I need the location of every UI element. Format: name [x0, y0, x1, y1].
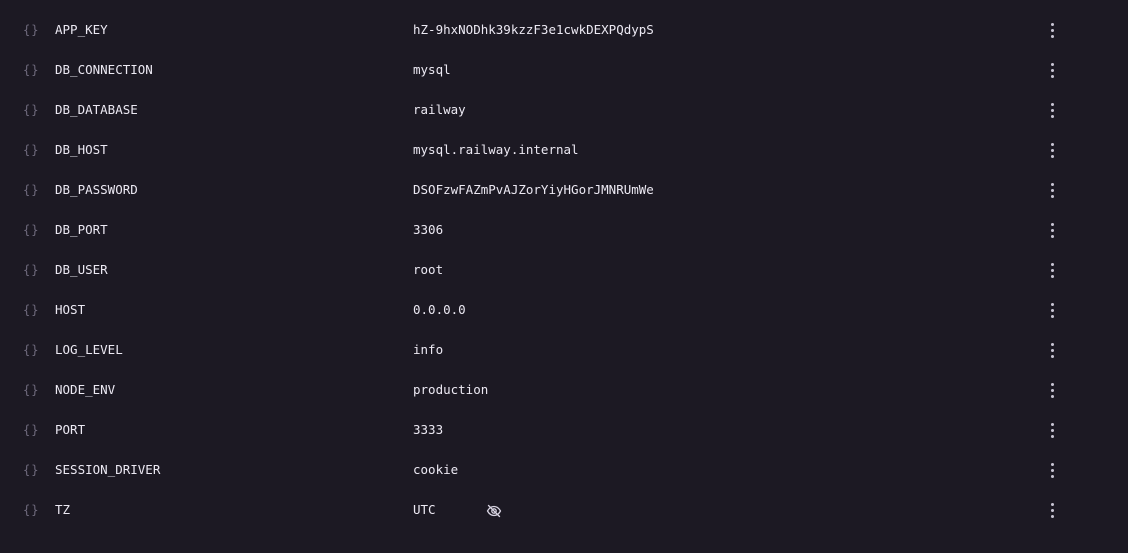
- more-options-icon[interactable]: [1042, 100, 1062, 120]
- variable-value[interactable]: hZ-9hxNODhk39kzzF3e1cwkDEXPQdypS: [413, 10, 654, 50]
- variable-value[interactable]: 3333: [413, 410, 443, 450]
- variable-key[interactable]: SESSION_DRIVER: [55, 450, 160, 490]
- variable-key[interactable]: APP_KEY: [55, 10, 108, 50]
- more-options-icon[interactable]: [1042, 220, 1062, 240]
- variable-key[interactable]: DB_DATABASE: [55, 90, 138, 130]
- more-options-icon[interactable]: [1042, 460, 1062, 480]
- variable-row-db-password: {} DB_PASSWORD DSOFzwFAZmPvAJZorYiyHGorJ…: [0, 170, 1128, 210]
- braces-icon: {}: [23, 143, 40, 157]
- variable-key[interactable]: PORT: [55, 410, 85, 450]
- more-options-icon[interactable]: [1042, 260, 1062, 280]
- variable-value[interactable]: production: [413, 370, 488, 410]
- more-options-icon[interactable]: [1042, 340, 1062, 360]
- variable-row-host: {} HOST 0.0.0.0: [0, 290, 1128, 330]
- braces-icon: {}: [23, 223, 40, 237]
- variable-value[interactable]: mysql: [413, 50, 451, 90]
- variable-value[interactable]: 3306: [413, 210, 443, 250]
- variable-row-node-env: {} NODE_ENV production: [0, 370, 1128, 410]
- braces-icon: {}: [23, 183, 40, 197]
- braces-icon: {}: [23, 63, 40, 77]
- braces-icon: {}: [23, 503, 40, 517]
- braces-icon: {}: [23, 23, 40, 37]
- braces-icon: {}: [23, 383, 40, 397]
- braces-icon: {}: [23, 103, 40, 117]
- variable-row-session-driver: {} SESSION_DRIVER cookie: [0, 450, 1128, 490]
- variables-list: {} APP_KEY hZ-9hxNODhk39kzzF3e1cwkDEXPQd…: [0, 10, 1128, 530]
- variable-row-db-connection: {} DB_CONNECTION mysql: [0, 50, 1128, 90]
- variable-row-app-key: {} APP_KEY hZ-9hxNODhk39kzzF3e1cwkDEXPQd…: [0, 10, 1128, 50]
- variable-key[interactable]: LOG_LEVEL: [55, 330, 123, 370]
- variable-value[interactable]: cookie: [413, 450, 458, 490]
- braces-icon: {}: [23, 263, 40, 277]
- more-options-icon[interactable]: [1042, 20, 1062, 40]
- more-options-icon[interactable]: [1042, 60, 1062, 80]
- more-options-icon[interactable]: [1042, 380, 1062, 400]
- braces-icon: {}: [23, 303, 40, 317]
- variable-key[interactable]: DB_PASSWORD: [55, 170, 138, 210]
- more-options-icon[interactable]: [1042, 300, 1062, 320]
- variable-row-db-user: {} DB_USER root: [0, 250, 1128, 290]
- variable-key[interactable]: TZ: [55, 490, 70, 530]
- braces-icon: {}: [23, 423, 40, 437]
- more-options-icon[interactable]: [1042, 420, 1062, 440]
- variable-value[interactable]: mysql.railway.internal: [413, 130, 579, 170]
- variable-key[interactable]: DB_PORT: [55, 210, 108, 250]
- variable-key[interactable]: NODE_ENV: [55, 370, 115, 410]
- variable-key[interactable]: DB_HOST: [55, 130, 108, 170]
- variable-value[interactable]: DSOFzwFAZmPvAJZorYiyHGorJMNRUmWe: [413, 170, 654, 210]
- variable-value[interactable]: root: [413, 250, 443, 290]
- braces-icon: {}: [23, 343, 40, 357]
- variable-value[interactable]: info: [413, 330, 443, 370]
- braces-icon: {}: [23, 463, 40, 477]
- variable-key[interactable]: DB_USER: [55, 250, 108, 290]
- variable-row-tz: {} TZ UTC: [0, 490, 1128, 530]
- eye-off-icon[interactable]: [486, 503, 502, 519]
- variable-value[interactable]: 0.0.0.0: [413, 290, 466, 330]
- variable-row-log-level: {} LOG_LEVEL info: [0, 330, 1128, 370]
- variable-row-db-database: {} DB_DATABASE railway: [0, 90, 1128, 130]
- variable-row-port: {} PORT 3333: [0, 410, 1128, 450]
- variable-key[interactable]: DB_CONNECTION: [55, 50, 153, 90]
- variable-row-db-port: {} DB_PORT 3306: [0, 210, 1128, 250]
- variable-value[interactable]: UTC: [413, 490, 436, 530]
- more-options-icon[interactable]: [1042, 500, 1062, 520]
- more-options-icon[interactable]: [1042, 140, 1062, 160]
- variable-key[interactable]: HOST: [55, 290, 85, 330]
- variable-row-db-host: {} DB_HOST mysql.railway.internal: [0, 130, 1128, 170]
- variable-value[interactable]: railway: [413, 90, 466, 130]
- more-options-icon[interactable]: [1042, 180, 1062, 200]
